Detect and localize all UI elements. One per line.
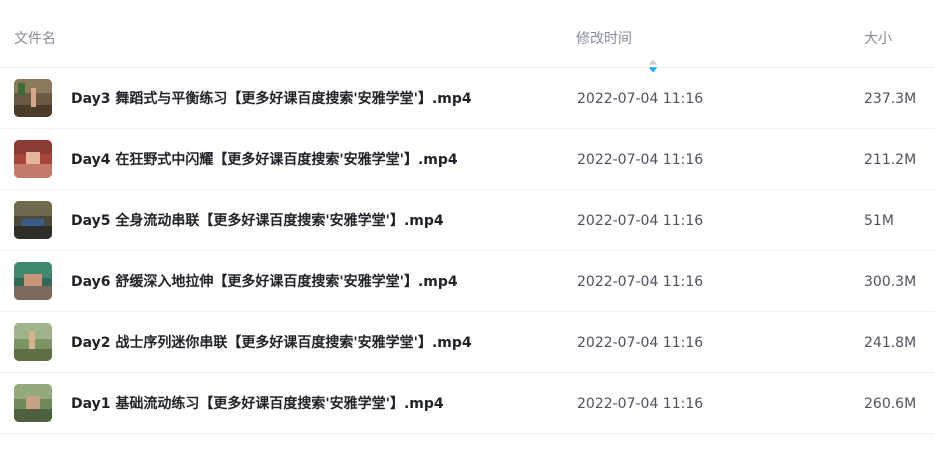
column-header-modified[interactable]: 修改时间 <box>576 0 658 73</box>
file-name[interactable]: Day2 战士序列迷你串联【更多好课百度搜索'安雅学堂'】.mp4 <box>71 312 472 373</box>
video-thumbnail-icon[interactable] <box>14 201 52 239</box>
video-thumbnail-icon[interactable] <box>14 79 52 117</box>
video-thumbnail-icon[interactable] <box>14 323 52 361</box>
video-thumbnail-icon[interactable] <box>14 262 52 300</box>
file-modified-time: 2022-07-04 11:16 <box>577 335 704 351</box>
file-size: 300.3M <box>864 274 917 290</box>
file-modified-time: 2022-07-04 11:16 <box>577 152 704 168</box>
video-thumbnail-icon[interactable] <box>14 140 52 178</box>
file-name[interactable]: Day3 舞蹈式与平衡练习【更多好课百度搜索'安雅学堂'】.mp4 <box>71 68 472 129</box>
column-header-modified-label: 修改时间 <box>576 31 632 47</box>
file-name[interactable]: Day1 基础流动练习【更多好课百度搜索'安雅学堂'】.mp4 <box>71 373 444 434</box>
table-header: 文件名 修改时间 大小 <box>0 0 935 73</box>
file-modified-time: 2022-07-04 11:16 <box>577 396 704 412</box>
file-name[interactable]: Day5 全身流动串联【更多好课百度搜索'安雅学堂'】.mp4 <box>71 190 444 251</box>
file-modified-time: 2022-07-04 11:16 <box>577 91 704 107</box>
file-list-table: 文件名 修改时间 大小 Day3 舞蹈式与平衡练习【更多好课百度搜索'安雅学堂'… <box>0 0 935 476</box>
sort-up-arrow <box>649 59 658 65</box>
file-name[interactable]: Day4 在狂野式中闪耀【更多好课百度搜索'安雅学堂'】.mp4 <box>71 129 458 190</box>
sort-icon[interactable] <box>648 30 658 73</box>
file-size: 241.8M <box>864 335 917 351</box>
table-row[interactable]: Day1 基础流动练习【更多好课百度搜索'安雅学堂'】.mp4 2022-07-… <box>0 373 935 434</box>
video-thumbnail-icon[interactable] <box>14 384 52 422</box>
table-row[interactable]: Day6 舒缓深入地拉伸【更多好课百度搜索'安雅学堂'】.mp4 2022-07… <box>0 251 935 312</box>
table-row[interactable]: Day4 在狂野式中闪耀【更多好课百度搜索'安雅学堂'】.mp4 2022-07… <box>0 129 935 190</box>
file-size: 260.6M <box>864 396 917 412</box>
file-modified-time: 2022-07-04 11:16 <box>577 213 704 229</box>
column-header-name[interactable]: 文件名 <box>14 0 56 68</box>
file-rows: Day3 舞蹈式与平衡练习【更多好课百度搜索'安雅学堂'】.mp4 2022-0… <box>0 68 935 434</box>
file-size: 237.3M <box>864 91 917 107</box>
table-row[interactable]: Day5 全身流动串联【更多好课百度搜索'安雅学堂'】.mp4 2022-07-… <box>0 190 935 251</box>
file-modified-time: 2022-07-04 11:16 <box>577 274 704 290</box>
file-name[interactable]: Day6 舒缓深入地拉伸【更多好课百度搜索'安雅学堂'】.mp4 <box>71 251 458 312</box>
file-size: 51M <box>864 213 894 229</box>
table-row[interactable]: Day2 战士序列迷你串联【更多好课百度搜索'安雅学堂'】.mp4 2022-0… <box>0 312 935 373</box>
file-size: 211.2M <box>864 152 917 168</box>
column-header-size[interactable]: 大小 <box>864 0 892 68</box>
table-row[interactable]: Day3 舞蹈式与平衡练习【更多好课百度搜索'安雅学堂'】.mp4 2022-0… <box>0 68 935 129</box>
